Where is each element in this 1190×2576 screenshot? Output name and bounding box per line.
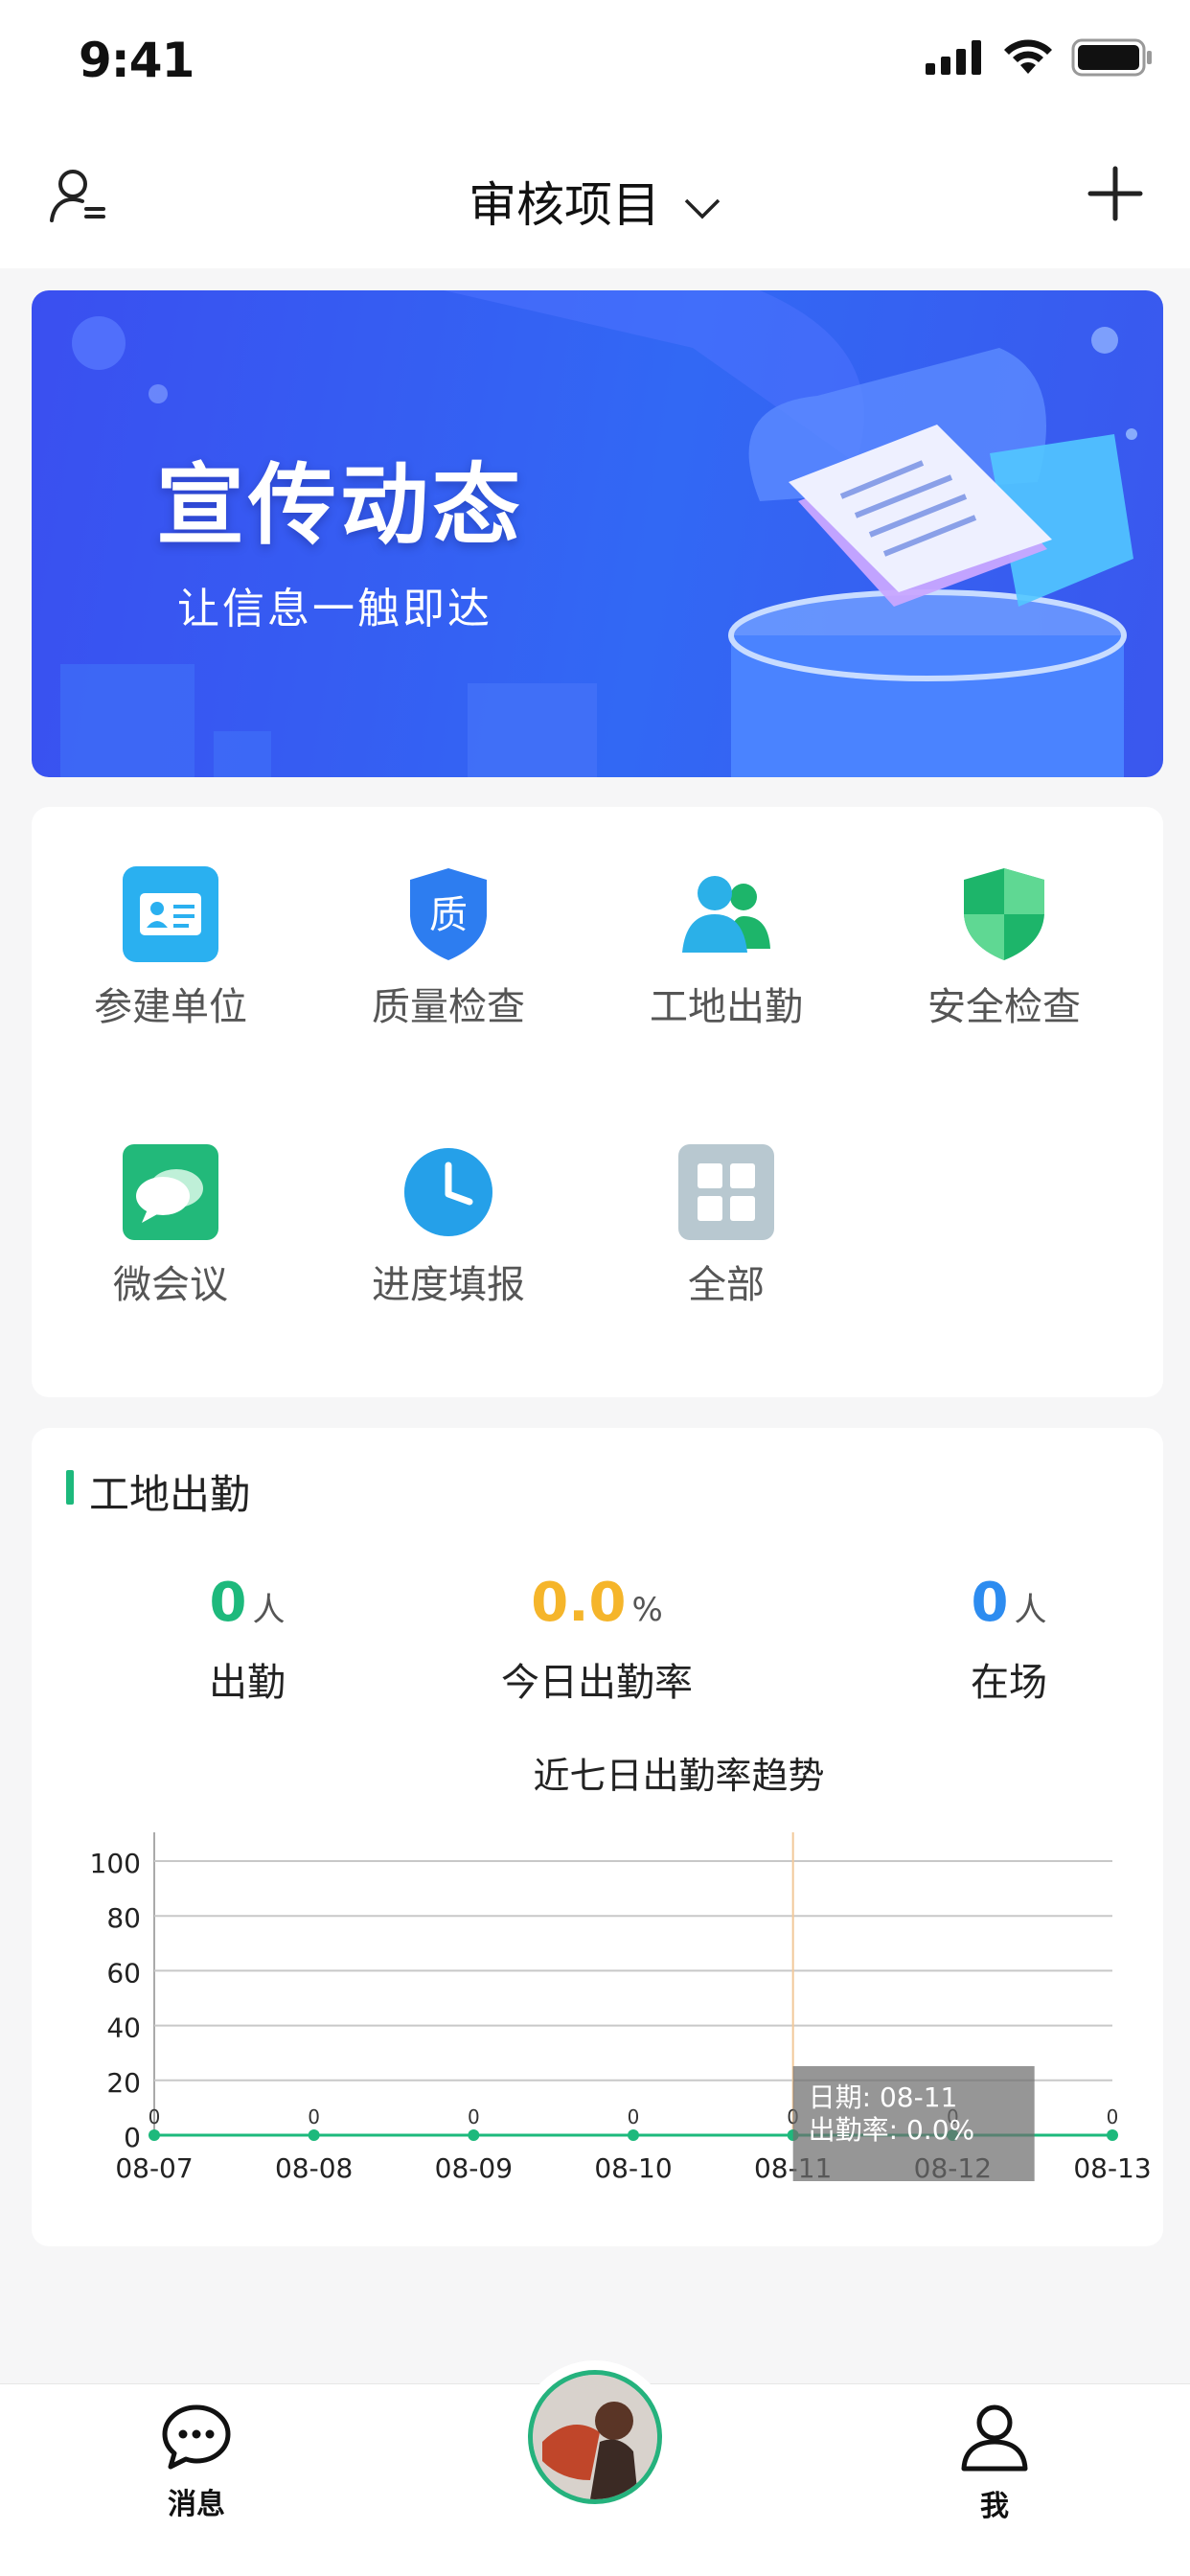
status-bar: 9:41 — [0, 0, 1190, 126]
tooltip-date: 日期: 08-11 — [809, 2082, 958, 2113]
add-icon[interactable] — [1087, 165, 1144, 222]
menu-item-attendance[interactable]: 工地出勤 — [587, 864, 865, 1031]
y-tick-label: 100 — [90, 1848, 141, 1879]
stat-unit: 人 — [1014, 1591, 1047, 1629]
data-label: 0 — [308, 2105, 320, 2128]
y-tick-label: 40 — [106, 2012, 141, 2044]
svg-text:质: 质 — [429, 893, 468, 937]
menu-item-safety[interactable]: 安全检查 — [865, 864, 1143, 1031]
project-title: 审核项目 — [469, 177, 661, 233]
stat-value: 0 — [209, 1572, 247, 1634]
stat-unit: % — [631, 1591, 663, 1629]
tab-messages[interactable]: 消息 — [120, 2404, 273, 2522]
menu-item-quality[interactable]: 质 质量检查 — [309, 864, 587, 1031]
menu-label: 工地出勤 — [650, 985, 803, 1029]
menu-label: 全部 — [688, 1263, 765, 1307]
promo-banner[interactable]: 宣传动态 让信息一触即达 — [32, 290, 1163, 777]
menu-label: 微会议 — [113, 1263, 228, 1307]
data-label: 0 — [1107, 2105, 1119, 2128]
section-title: 工地出勤 — [66, 1462, 250, 1521]
stat-value: 0.0 — [531, 1572, 627, 1634]
menu-item-units[interactable]: 参建单位 — [32, 864, 309, 1031]
attendance-trend-chart[interactable]: 020406080100008-07008-08008-09008-10008-… — [32, 1802, 1163, 2223]
tooltip-rate: 出勤率: 0.0% — [809, 2114, 974, 2146]
menu-label: 进度填报 — [372, 1263, 525, 1307]
x-tick-label: 08-07 — [115, 2152, 193, 2184]
tab-me[interactable]: 我 — [918, 2404, 1071, 2524]
quality-shield-icon: 质 — [410, 868, 487, 960]
message-bubble-icon — [162, 2404, 231, 2470]
stat-label: 出勤 — [209, 1661, 286, 1705]
menu-label: 参建单位 — [94, 985, 247, 1029]
y-tick-label: 0 — [124, 2122, 141, 2153]
chat-bubbles-icon — [123, 1144, 218, 1240]
nav-header: 审核项目 — [0, 126, 1190, 268]
banner-subtitle: 让信息一触即达 — [177, 585, 492, 633]
banner-title: 宣传动态 — [156, 454, 525, 557]
data-point — [149, 2129, 160, 2141]
grid-icon — [678, 1144, 774, 1240]
data-label: 0 — [468, 2105, 480, 2128]
avatar-image — [533, 2375, 657, 2499]
chevron-down-icon — [684, 198, 721, 218]
stat-value: 0 — [971, 1572, 1009, 1634]
data-point — [628, 2129, 639, 2141]
tab-label: 消息 — [168, 2488, 225, 2521]
data-point — [1107, 2129, 1118, 2141]
stat-unit: 人 — [252, 1591, 286, 1629]
x-tick-label: 08-08 — [275, 2152, 353, 2184]
stat-onsite: 0人 在场 — [836, 1572, 1181, 1707]
stat-label: 在场 — [971, 1661, 1047, 1705]
people-icon — [682, 876, 770, 953]
security-shield-icon — [964, 868, 1044, 960]
y-tick-label: 80 — [106, 1902, 141, 1934]
data-point — [468, 2129, 480, 2141]
battery-icon — [1071, 38, 1152, 77]
chart-title: 近七日出勤率趋势 — [533, 1755, 825, 1797]
status-time: 9:41 — [79, 33, 195, 88]
feature-grid: 参建单位 质 质量检查 工地出勤 安全检查 微会议 进度填报 全部 — [32, 807, 1163, 1397]
person-icon — [961, 2404, 1028, 2472]
y-tick-label: 20 — [106, 2067, 141, 2099]
x-tick-label: 08-10 — [594, 2152, 672, 2184]
menu-label: 质量检查 — [372, 985, 525, 1029]
signal-icon — [926, 40, 981, 75]
status-icons — [926, 38, 1154, 77]
data-label: 0 — [628, 2105, 640, 2128]
stat-rate: 0.0% 今日出勤率 — [424, 1572, 769, 1707]
menu-label: 安全检查 — [927, 985, 1081, 1029]
x-tick-label: 08-09 — [435, 2152, 513, 2184]
x-tick-label: 08-13 — [1073, 2152, 1151, 2184]
menu-item-progress[interactable]: 进度填报 — [309, 1142, 587, 1309]
y-tick-label: 60 — [106, 1957, 141, 1989]
clock-icon — [404, 1148, 492, 1236]
tab-label: 我 — [980, 2490, 1009, 2523]
menu-item-meeting[interactable]: 微会议 — [32, 1142, 309, 1309]
stat-label: 今日出勤率 — [501, 1661, 693, 1705]
wifi-icon — [1004, 39, 1052, 74]
project-selector[interactable]: 审核项目 — [0, 167, 1190, 236]
attendance-card: 工地出勤 0人 出勤 0.0% 今日出勤率 0人 在场 近七日出勤率趋势 0 20… — [32, 1428, 1163, 2246]
stat-present: 0人 出勤 — [75, 1572, 420, 1707]
data-label: 0 — [149, 2105, 161, 2128]
id-card-icon — [123, 866, 218, 962]
menu-item-all[interactable]: 全部 — [587, 1142, 865, 1309]
center-avatar[interactable] — [528, 2370, 662, 2504]
data-point — [308, 2129, 320, 2141]
